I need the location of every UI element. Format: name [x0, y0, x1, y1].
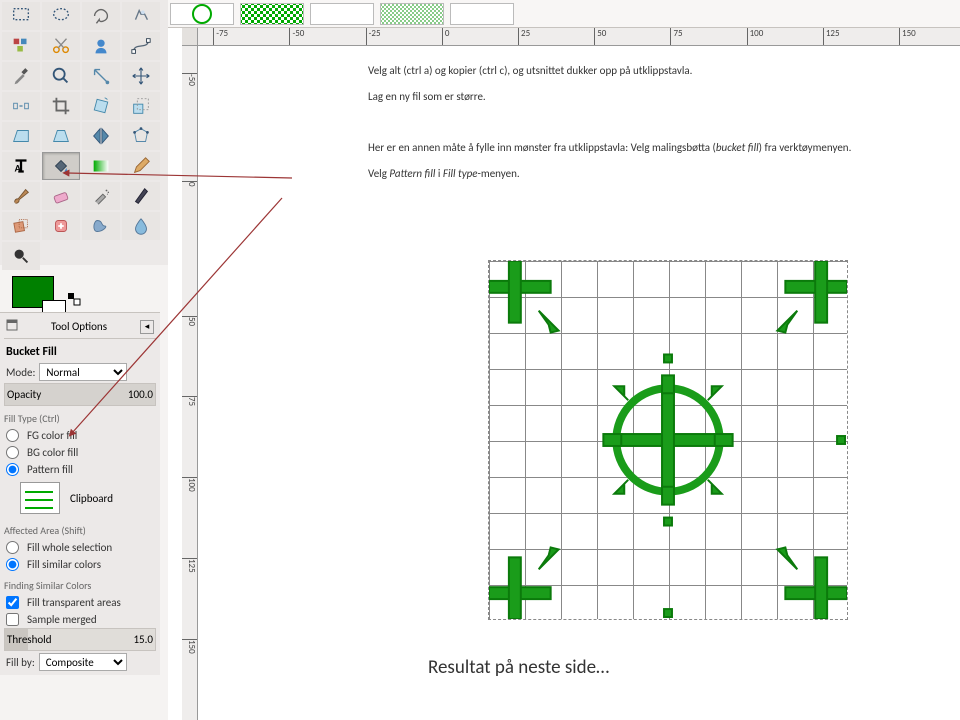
clone-tool[interactable] — [2, 212, 40, 240]
tool-grid: A — [2, 2, 166, 270]
fill-transparent-check[interactable] — [6, 596, 19, 609]
pattern-fill-label: Pattern fill — [27, 463, 73, 476]
color-swatch — [2, 276, 166, 311]
pattern-art — [489, 261, 847, 619]
tool-options-label: Tool Options — [51, 320, 107, 333]
eyedropper-tool[interactable] — [2, 62, 40, 90]
vertical-ruler: -50 0 50 75 100 125 150 — [182, 46, 198, 720]
blur-tool[interactable] — [122, 212, 160, 240]
instruction-text: Velg alt (ctrl a) og kopier (ctrl c), og… — [368, 56, 960, 184]
smudge-tool[interactable] — [82, 212, 120, 240]
mode-select[interactable]: Normal — [39, 363, 127, 381]
bg-fill-radio[interactable] — [6, 446, 19, 459]
opacity-value: 100.0 — [128, 388, 153, 401]
toolbox: A — [0, 0, 168, 265]
finding-colors-section: Finding Similar Colors — [4, 573, 156, 594]
pattern-source: Clipboard — [70, 492, 113, 505]
eraser-tool[interactable] — [42, 182, 80, 210]
opacity-slider[interactable]: Opacity 100.0 — [4, 383, 156, 406]
pattern-preview[interactable] — [20, 482, 60, 514]
paintbrush-tool[interactable] — [2, 182, 40, 210]
rotate-tool[interactable] — [82, 92, 120, 120]
canvas-area: -75 -50 -25 0 25 50 75 100 125 150 -50 0… — [168, 0, 960, 720]
heal-tool[interactable] — [42, 212, 80, 240]
bucket-fill-tool[interactable] — [42, 152, 80, 180]
thumb-5[interactable] — [450, 3, 514, 25]
rect-select-tool[interactable] — [2, 2, 40, 30]
thumb-2[interactable] — [240, 3, 304, 25]
bg-fill-label: BG color fill — [27, 446, 78, 459]
svg-text:A: A — [15, 162, 22, 175]
scale-tool[interactable] — [122, 92, 160, 120]
thumb-1[interactable] — [170, 3, 234, 25]
thumb-3[interactable] — [310, 3, 374, 25]
pattern-fill-radio[interactable] — [6, 463, 19, 476]
dodge-tool[interactable] — [2, 242, 40, 270]
sample-merged-label: Sample merged — [27, 613, 97, 626]
ink-tool[interactable] — [122, 182, 160, 210]
ruler-corner — [182, 28, 198, 46]
paths-tool[interactable] — [122, 32, 160, 60]
affected-area-section: Affected Area (Shift) — [4, 518, 156, 539]
color-select-tool[interactable] — [2, 32, 40, 60]
fillby-label: Fill by: — [6, 656, 35, 669]
fillby-select[interactable]: Composite — [39, 653, 127, 671]
zoom-tool[interactable] — [42, 62, 80, 90]
result-text: Resultat på neste side… — [428, 656, 609, 679]
foreground-select-tool[interactable] — [82, 32, 120, 60]
move-tool[interactable] — [122, 62, 160, 90]
text-tool[interactable]: A — [2, 152, 40, 180]
threshold-slider[interactable]: Threshold 15.0 — [4, 628, 156, 651]
flip-tool[interactable] — [82, 122, 120, 150]
pattern-canvas[interactable] — [488, 260, 848, 620]
align-tool[interactable] — [2, 92, 40, 120]
fg-fill-radio[interactable] — [6, 429, 19, 442]
fuzzy-select-tool[interactable] — [122, 2, 160, 30]
cage-tool[interactable] — [122, 122, 160, 150]
threshold-value: 15.0 — [133, 633, 153, 646]
shear-tool[interactable] — [2, 122, 40, 150]
dock-icon[interactable] — [6, 319, 18, 334]
gradient-tool[interactable] — [82, 152, 120, 180]
fill-whole-radio[interactable] — [6, 541, 19, 554]
tool-title: Bucket Fill — [4, 339, 156, 361]
fg-fill-label: FG color fill — [27, 429, 77, 442]
airbrush-tool[interactable] — [82, 182, 120, 210]
fill-similar-radio[interactable] — [6, 558, 19, 571]
crop-tool[interactable] — [42, 92, 80, 120]
opacity-label: Opacity — [7, 388, 41, 401]
scissors-tool[interactable] — [42, 32, 80, 60]
tool-options-panel: Tool Options ◂ Bucket Fill Mode: Normal … — [0, 312, 160, 675]
perspective-tool[interactable] — [42, 122, 80, 150]
mode-label: Mode: — [6, 366, 35, 379]
fill-transparent-label: Fill transparent areas — [27, 596, 121, 609]
threshold-label: Threshold — [7, 633, 52, 646]
fill-similar-label: Fill similar colors — [27, 558, 101, 571]
collapse-icon[interactable]: ◂ — [140, 320, 154, 334]
fill-whole-label: Fill whole selection — [27, 541, 112, 554]
thumbnail-strip — [168, 0, 960, 28]
swap-colors-icon[interactable] — [67, 292, 83, 311]
ellipse-select-tool[interactable] — [42, 2, 80, 30]
horizontal-ruler: -75 -50 -25 0 25 50 75 100 125 150 — [198, 28, 960, 46]
sample-merged-check[interactable] — [6, 613, 19, 626]
measure-tool[interactable] — [82, 62, 120, 90]
fill-type-section: Fill Type (Ctrl) — [4, 406, 156, 427]
lasso-tool[interactable] — [82, 2, 120, 30]
thumb-4[interactable] — [380, 3, 444, 25]
pencil-tool[interactable] — [122, 152, 160, 180]
